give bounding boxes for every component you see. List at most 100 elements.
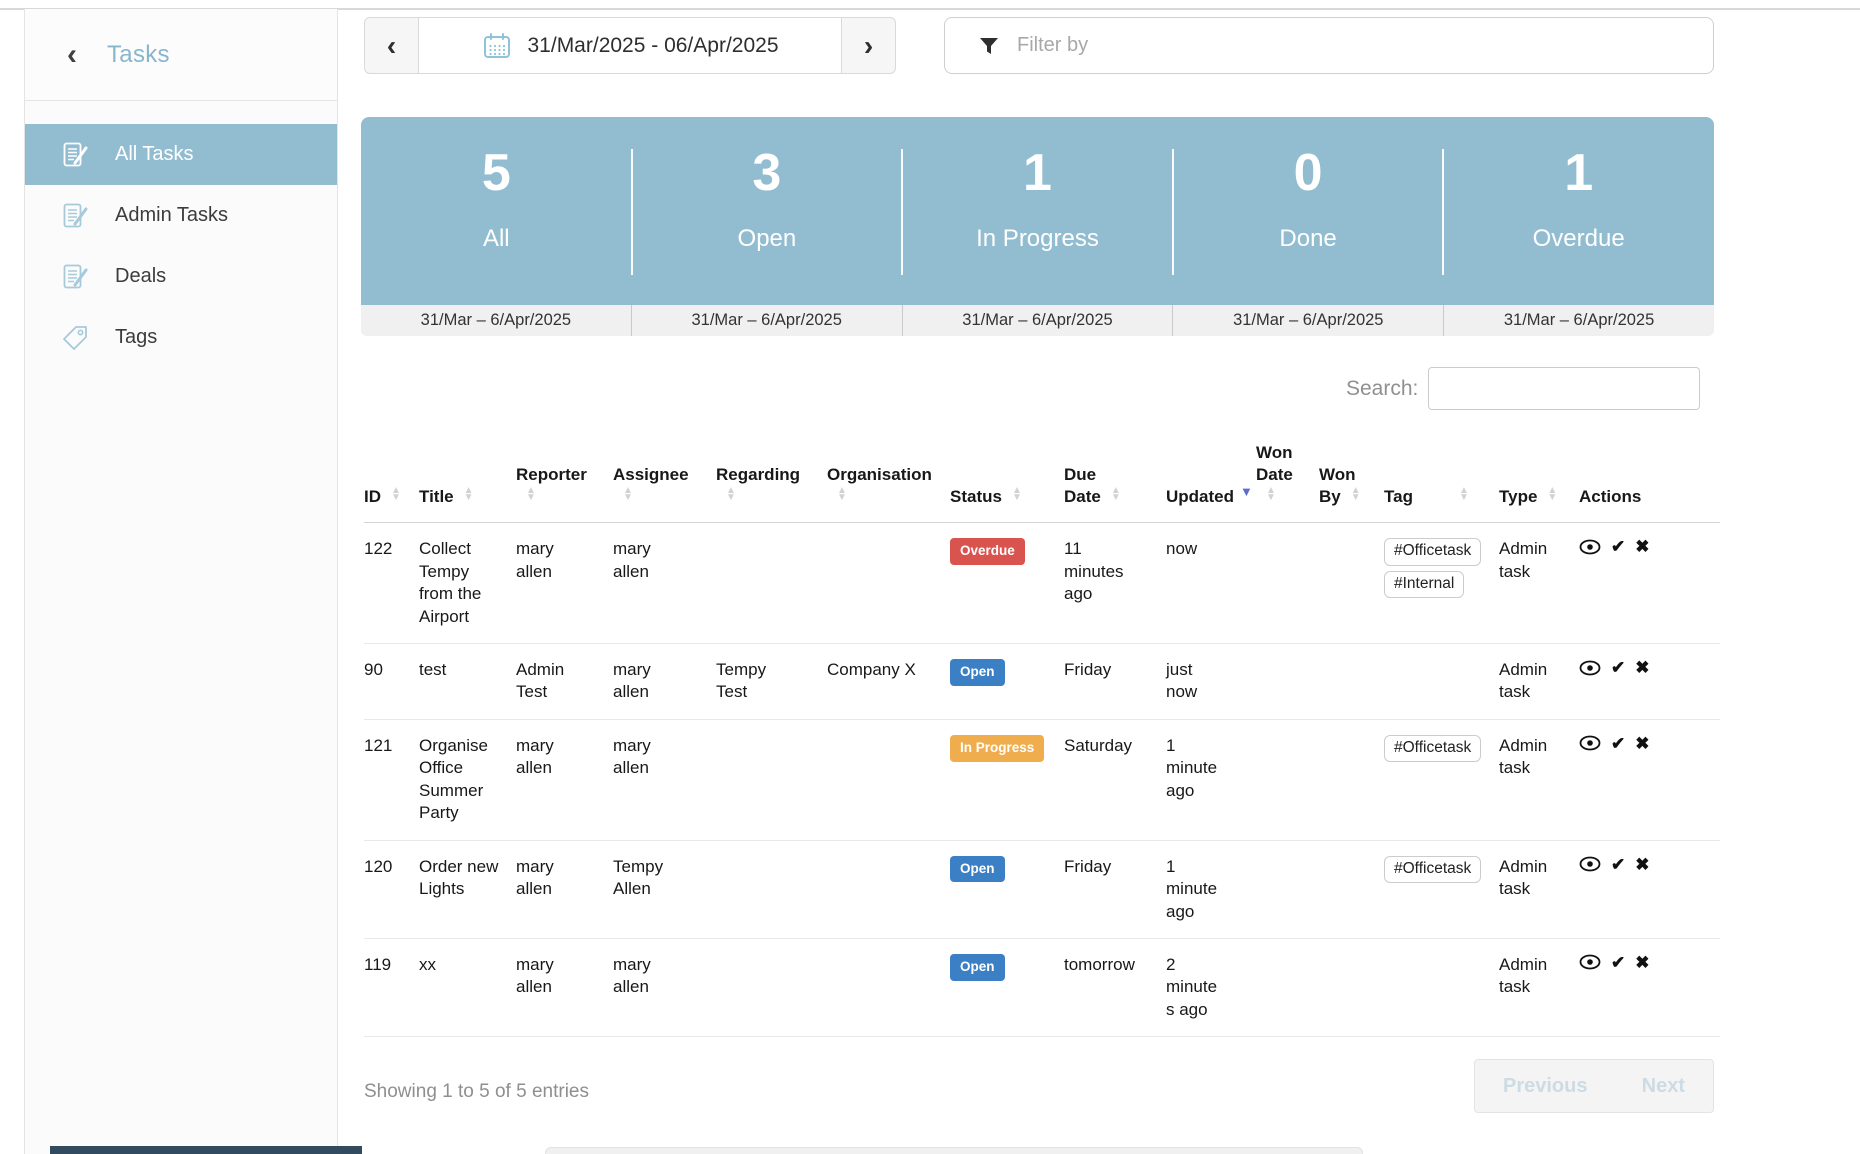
- col-header-updated[interactable]: Updated▲▼▼: [1166, 438, 1256, 523]
- search-label: Search:: [1346, 377, 1418, 401]
- cell-assignee: Tempy Allen: [613, 840, 716, 938]
- memo-pen-icon: [61, 262, 91, 292]
- next-week-button[interactable]: ›: [841, 17, 896, 74]
- col-header-type[interactable]: Type▲▼▼: [1499, 438, 1579, 523]
- stat-done[interactable]: 0 Done: [1173, 117, 1444, 305]
- cell-tags: #Officetask: [1384, 719, 1499, 840]
- cell-organisation: [827, 840, 950, 938]
- stats-date-strip: 31/Mar – 6/Apr/2025 31/Mar – 6/Apr/2025 …: [361, 305, 1714, 336]
- eye-icon[interactable]: [1579, 735, 1601, 751]
- col-header-regarding[interactable]: Regarding▲▼▼: [716, 438, 827, 523]
- cell-organisation: Company X: [827, 644, 950, 720]
- check-icon[interactable]: ✔: [1611, 538, 1625, 555]
- col-header-reporter[interactable]: Reporter▲▼▼: [516, 438, 613, 523]
- sidebar-item-deals[interactable]: Deals: [25, 246, 337, 307]
- funnel-icon: [979, 37, 999, 55]
- stat-label: Open: [632, 225, 903, 253]
- sidebar-item-admin-tasks[interactable]: Admin Tasks: [25, 185, 337, 246]
- filter-input[interactable]: [1015, 33, 1713, 58]
- stat-range: 31/Mar – 6/Apr/2025: [903, 305, 1174, 336]
- col-header-tag[interactable]: Tag▲▼▼: [1384, 438, 1499, 523]
- sort-arrows-icon: ▲▼: [1351, 487, 1361, 501]
- stats-bar: 5 All 3 Open 1 In Progress 0 Done 1 Over…: [361, 117, 1714, 336]
- cell-won-by: [1319, 840, 1384, 938]
- col-header-organisation[interactable]: Organisation▲▼▼: [827, 438, 950, 523]
- tasks-table: ID▲▼▼ Title▲▼▼ Reporter▲▼▼ Assignee▲▼▼ R…: [364, 438, 1720, 1037]
- cell-due-date: Saturday: [1064, 719, 1166, 840]
- stats-cards: 5 All 3 Open 1 In Progress 0 Done 1 Over…: [361, 117, 1714, 305]
- sort-arrows-icon: ▲▼: [1547, 487, 1557, 501]
- stat-label: In Progress: [902, 225, 1173, 253]
- sort-arrows-icon: ▲▼: [726, 487, 736, 501]
- stat-overdue[interactable]: 1 Overdue: [1443, 117, 1714, 305]
- col-header-status[interactable]: Status▲▼▼: [950, 438, 1064, 523]
- cell-tags: #Officetask: [1384, 840, 1499, 938]
- cell-id: 122: [364, 523, 419, 644]
- cell-type: Admin task: [1499, 938, 1579, 1036]
- cell-type: Admin task: [1499, 840, 1579, 938]
- cell-due-date: Friday: [1064, 840, 1166, 938]
- x-icon[interactable]: ✖: [1635, 659, 1649, 676]
- cell-organisation: [827, 938, 950, 1036]
- cell-id: 121: [364, 719, 419, 840]
- prev-week-button[interactable]: ‹: [364, 17, 419, 74]
- cell-due-date: 11 minutes ago: [1064, 523, 1166, 644]
- cell-won-date: [1256, 938, 1319, 1036]
- cell-organisation: [827, 523, 950, 644]
- cell-due-date: tomorrow: [1064, 938, 1166, 1036]
- col-header-title[interactable]: Title▲▼▼: [419, 438, 516, 523]
- stat-value: 1: [902, 143, 1173, 203]
- x-icon[interactable]: ✖: [1635, 856, 1649, 873]
- col-header-assignee[interactable]: Assignee▲▼▼: [613, 438, 716, 523]
- cell-title: xx: [419, 938, 516, 1036]
- sidebar-item-tags[interactable]: Tags: [25, 307, 337, 368]
- sidebar-item-all-tasks[interactable]: All Tasks: [25, 124, 337, 185]
- cell-actions: ✔ ✖: [1579, 719, 1720, 840]
- cell-won-date: [1256, 523, 1319, 644]
- stat-value: 5: [361, 143, 632, 203]
- eye-icon[interactable]: [1579, 954, 1601, 970]
- bottom-partial-panel: [545, 1147, 1363, 1154]
- col-header-due-date[interactable]: Due Date▲▼▼: [1064, 438, 1166, 523]
- sidebar: ‹ Tasks All Tasks: [24, 9, 338, 1154]
- x-icon[interactable]: ✖: [1635, 735, 1649, 752]
- check-icon[interactable]: ✔: [1611, 659, 1625, 676]
- stat-in-progress[interactable]: 1 In Progress: [902, 117, 1173, 305]
- table-row: 120 Order new Lights mary allen Tempy Al…: [364, 840, 1720, 938]
- search-input[interactable]: [1428, 367, 1700, 410]
- col-header-won-by[interactable]: Won By▲▼▼: [1319, 438, 1384, 523]
- cell-actions: ✔ ✖: [1579, 840, 1720, 938]
- table-row: 122 Collect Tempy from the Airport mary …: [364, 523, 1720, 644]
- stat-range: 31/Mar – 6/Apr/2025: [632, 305, 903, 336]
- col-header-won-date[interactable]: Won Date▲▼▼: [1256, 438, 1319, 523]
- table-row: 119 xx mary allen mary allen Open tomorr…: [364, 938, 1720, 1036]
- next-button[interactable]: Next: [1642, 1075, 1685, 1098]
- col-header-id[interactable]: ID▲▼▼: [364, 438, 419, 523]
- check-icon[interactable]: ✔: [1611, 735, 1625, 752]
- eye-icon[interactable]: [1579, 539, 1601, 555]
- sidebar-item-label: All Tasks: [115, 143, 194, 166]
- check-icon[interactable]: ✔: [1611, 954, 1625, 971]
- cell-won-by: [1319, 719, 1384, 840]
- cell-updated: 2 minutes ago: [1166, 938, 1256, 1036]
- stat-all[interactable]: 5 All: [361, 117, 632, 305]
- sort-arrows-icon: ▲▼: [837, 487, 847, 501]
- cell-title: Collect Tempy from the Airport: [419, 523, 516, 644]
- stat-open[interactable]: 3 Open: [632, 117, 903, 305]
- tasks-page: ‹ Tasks All Tasks: [0, 0, 1860, 1154]
- table-row: 90 test Admin Test mary allen Tempy Test…: [364, 644, 1720, 720]
- date-range-picker[interactable]: 31/Mar/2025 - 06/Apr/2025: [418, 17, 842, 74]
- x-icon[interactable]: ✖: [1635, 954, 1649, 971]
- cell-updated: 1 minute ago: [1166, 719, 1256, 840]
- check-icon[interactable]: ✔: [1611, 856, 1625, 873]
- back-button[interactable]: ‹: [67, 40, 77, 70]
- eye-icon[interactable]: [1579, 856, 1601, 872]
- sidebar-title: Tasks: [107, 41, 170, 69]
- date-range-text: 31/Mar/2025 - 06/Apr/2025: [528, 34, 779, 58]
- x-icon[interactable]: ✖: [1635, 538, 1649, 555]
- status-badge: Open: [950, 659, 1005, 686]
- status-badge: Open: [950, 954, 1005, 981]
- previous-button[interactable]: Previous: [1503, 1075, 1587, 1098]
- eye-icon[interactable]: [1579, 660, 1601, 676]
- cell-actions: ✔ ✖: [1579, 938, 1720, 1036]
